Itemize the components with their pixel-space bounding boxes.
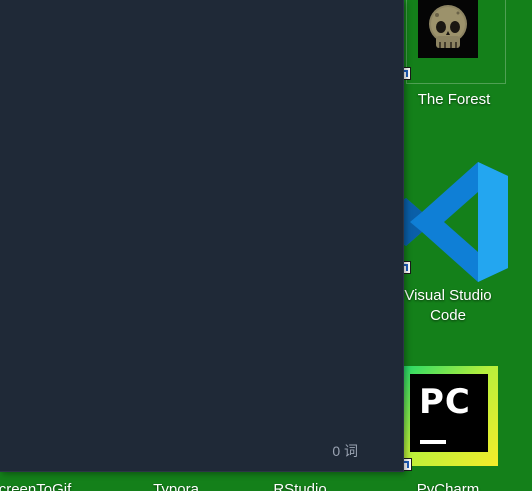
pycharm-icon[interactable]: PC	[402, 366, 498, 466]
desktop-icon-the-forest[interactable]: The Forest	[398, 0, 508, 113]
editor-content-area[interactable]	[0, 0, 403, 441]
desktop-icon-screentogif[interactable]: ScreenToGif	[0, 480, 78, 491]
pycharm-logo-inner: PC	[410, 374, 488, 452]
screentogif-label: ScreenToGif	[0, 481, 72, 491]
the-forest-label: The Forest	[417, 91, 491, 108]
vscode-icon	[400, 162, 508, 282]
pycharm-logo-bar	[420, 440, 446, 444]
desktop-icon-visual-studio-code[interactable]: Visual Studio Code	[398, 160, 508, 330]
desktop-icon-pycharm[interactable]: PyCharm	[400, 480, 496, 491]
pycharm-label: PyCharm	[416, 481, 480, 491]
rstudio-label: RStudio	[273, 481, 327, 491]
word-count-status[interactable]: 0 词	[332, 441, 358, 461]
vscode-label: Visual Studio Code	[404, 287, 492, 324]
pycharm-logo-text: PC	[419, 382, 471, 422]
skull-game-icon	[418, 0, 478, 58]
typora-label: Typora	[153, 481, 199, 491]
editor-window[interactable]: 0 词	[0, 0, 404, 472]
